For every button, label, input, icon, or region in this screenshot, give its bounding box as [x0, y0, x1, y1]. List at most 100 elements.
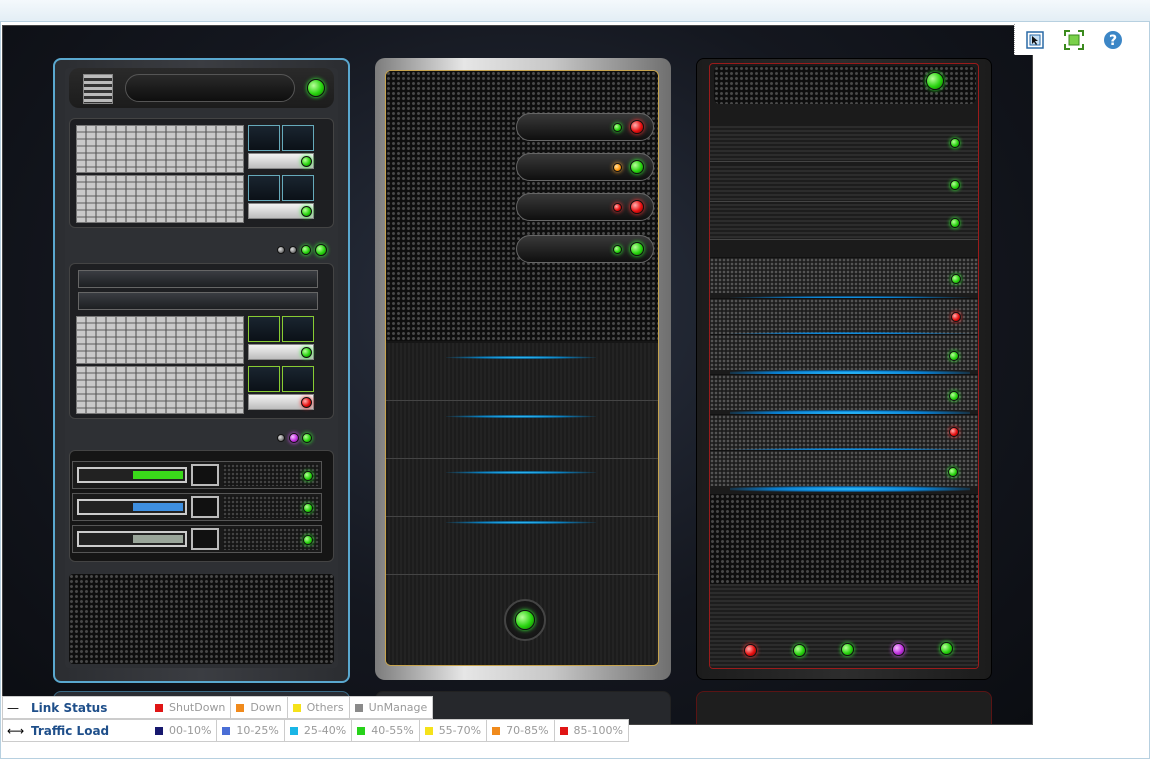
- legend-traffic-load-row: ⟷ Traffic Load 00-10% 10-25% 25-40% 40-5…: [2, 719, 629, 742]
- storage-chassis-1[interactable]: [69, 118, 334, 228]
- status-led[interactable]: [303, 535, 313, 545]
- status-led[interactable]: [630, 200, 644, 214]
- rack-1-header: [69, 68, 334, 108]
- rack-3-panel[interactable]: [710, 204, 978, 240]
- rack-3-body: [709, 63, 979, 669]
- legend-label: Down: [250, 701, 282, 714]
- swatch: [559, 726, 568, 735]
- legend-item-load: 55-70%: [419, 719, 488, 742]
- indicator-led: [277, 434, 285, 442]
- drive-bay[interactable]: [76, 316, 244, 364]
- legend-link-status-header: — Link Status: [2, 696, 150, 719]
- svg-text:?: ?: [1109, 33, 1117, 49]
- swatch: [424, 726, 433, 735]
- legend-label: ShutDown: [169, 701, 226, 714]
- legend-label: 85-100%: [573, 724, 623, 737]
- disk-module[interactable]: [248, 125, 280, 151]
- status-led[interactable]: [950, 218, 960, 228]
- rack-3-power-led[interactable]: [926, 72, 944, 90]
- psu-chassis[interactable]: [69, 450, 334, 562]
- drive-bay[interactable]: [76, 175, 244, 223]
- rack-3-slot[interactable]: [710, 414, 978, 450]
- drive-capsule[interactable]: [516, 153, 654, 181]
- blue-light: [446, 415, 596, 418]
- disk-module[interactable]: [248, 366, 280, 392]
- psu-unit[interactable]: [72, 493, 322, 521]
- swatch: [292, 703, 301, 712]
- status-led[interactable]: [950, 138, 960, 148]
- disk-module[interactable]: [282, 175, 314, 201]
- status-led[interactable]: [793, 644, 806, 657]
- psu-unit[interactable]: [72, 525, 322, 553]
- select-mode-button[interactable]: [1024, 29, 1046, 51]
- legend-item-load: 40-55%: [352, 719, 420, 742]
- status-led[interactable]: [303, 503, 313, 513]
- rack-3[interactable]: [696, 58, 992, 680]
- status-led[interactable]: [303, 471, 313, 481]
- status-led[interactable]: [630, 242, 644, 256]
- legend-item-unmanage: UnManage: [349, 696, 434, 719]
- status-led[interactable]: [841, 643, 854, 656]
- indicator-led[interactable]: [301, 245, 311, 255]
- thin-server[interactable]: [78, 270, 318, 288]
- status-led: [613, 163, 622, 172]
- rack-2-power-button[interactable]: [504, 599, 546, 641]
- select-mode-icon: [1025, 30, 1044, 49]
- rack-3-slot[interactable]: [710, 298, 978, 334]
- indicator-led[interactable]: [315, 244, 327, 256]
- status-led[interactable]: [950, 180, 960, 190]
- storage-chassis-2[interactable]: [69, 263, 334, 419]
- drive-bay[interactable]: [76, 366, 244, 414]
- status-led[interactable]: [630, 160, 644, 174]
- fit-to-screen-icon: [1063, 29, 1084, 50]
- rack-1[interactable]: [53, 58, 350, 683]
- drive-bay[interactable]: [76, 125, 244, 173]
- drive-capsule[interactable]: [516, 113, 654, 141]
- rack-3-slot[interactable]: [710, 374, 978, 410]
- drive-capsule[interactable]: [516, 193, 654, 221]
- drive-capsule[interactable]: [516, 235, 654, 263]
- status-led[interactable]: [951, 274, 961, 284]
- rack-3-panel[interactable]: [710, 166, 978, 202]
- bottom-mesh: [69, 574, 334, 664]
- status-led[interactable]: [951, 312, 961, 322]
- status-led[interactable]: [949, 427, 959, 437]
- status-led[interactable]: [940, 642, 953, 655]
- swatch: [289, 726, 298, 735]
- help-button[interactable]: ?: [1102, 29, 1124, 51]
- status-led[interactable]: [301, 206, 312, 217]
- status-led[interactable]: [301, 397, 312, 408]
- rack-1-body: [65, 68, 338, 668]
- rack-view-canvas[interactable]: [2, 25, 1033, 725]
- rack-3-panel[interactable]: [710, 126, 978, 162]
- top-bar: [0, 0, 1150, 22]
- fit-to-screen-button[interactable]: [1063, 29, 1085, 51]
- rack-3-slot[interactable]: [710, 450, 978, 486]
- status-led[interactable]: [892, 643, 905, 656]
- indicator-led[interactable]: [302, 433, 312, 443]
- status-led[interactable]: [630, 120, 644, 134]
- rack-3-slot[interactable]: [710, 257, 978, 293]
- rack-6-partial[interactable]: [696, 691, 992, 724]
- rack-2-body: [385, 70, 659, 666]
- rack-2[interactable]: [375, 58, 671, 680]
- brushed-panel: [386, 343, 658, 401]
- disk-module[interactable]: [248, 316, 280, 342]
- status-led[interactable]: [949, 391, 959, 401]
- psu-unit[interactable]: [72, 461, 322, 489]
- status-led[interactable]: [949, 351, 959, 361]
- disk-module[interactable]: [282, 125, 314, 151]
- status-led[interactable]: [744, 644, 757, 657]
- rack-3-slot[interactable]: [710, 334, 978, 370]
- status-led[interactable]: [948, 467, 958, 477]
- disk-module[interactable]: [248, 175, 280, 201]
- status-led[interactable]: [301, 347, 312, 358]
- disk-module[interactable]: [282, 316, 314, 342]
- thin-server[interactable]: [78, 292, 318, 310]
- rack-1-power-led[interactable]: [307, 79, 325, 97]
- legend-item-shutdown: ShutDown: [150, 696, 232, 719]
- status-led[interactable]: [301, 156, 312, 167]
- disk-module[interactable]: [282, 366, 314, 392]
- indicator-led: [277, 246, 285, 254]
- indicator-led[interactable]: [289, 433, 299, 443]
